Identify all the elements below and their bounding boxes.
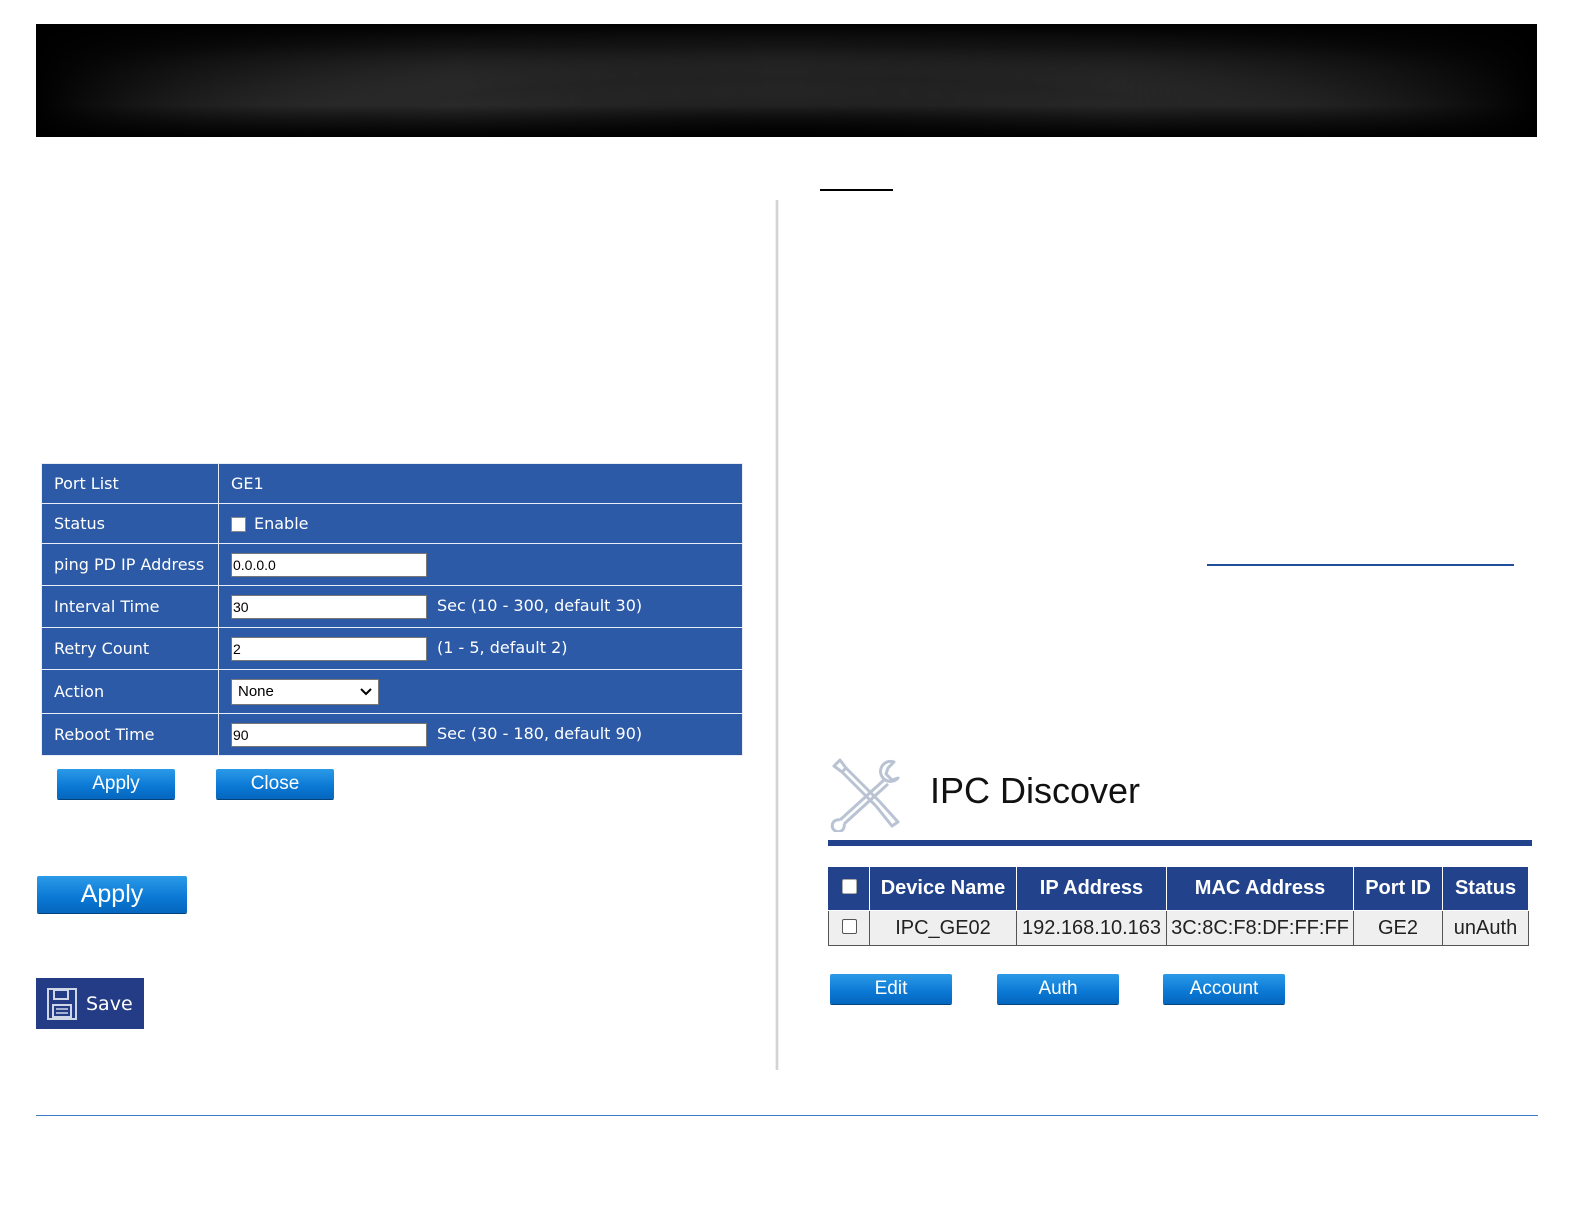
retry-count-hint: (1 - 5, default 2) (437, 638, 568, 657)
action-label: Action (41, 669, 219, 714)
select-all-checkbox[interactable] (841, 879, 857, 894)
col-device-name: Device Name (869, 866, 1017, 911)
port-id-cell: GE2 (1353, 910, 1443, 946)
account-button[interactable]: Account (1163, 974, 1285, 1004)
row-retry: Retry Count (1 - 5, default 2) (41, 627, 743, 670)
col-status: Status (1442, 866, 1529, 911)
row-action: Action None (41, 669, 743, 714)
table-row[interactable]: IPC_GE02 192.168.10.163 3C:8C:F8:DF:FF:F… (828, 910, 1529, 946)
link-underline (1207, 564, 1514, 566)
status-cell: unAuth (1442, 910, 1529, 946)
device-name-cell: IPC_GE02 (869, 910, 1017, 946)
apply-large-button[interactable]: Apply (37, 876, 187, 913)
row-port-list: Port List GE1 (41, 463, 743, 504)
action-select-value: None (238, 683, 274, 700)
save-button[interactable]: Save (36, 978, 144, 1029)
row-reboot: Reboot Time Sec (30 - 180, default 90) (41, 713, 743, 756)
reboot-time-hint: Sec (30 - 180, default 90) (437, 724, 643, 743)
row-checkbox[interactable] (841, 918, 857, 934)
enable-checkbox[interactable] (231, 517, 246, 532)
title-rule (828, 840, 1532, 846)
floppy-disk-icon (47, 987, 77, 1020)
footer-rule (36, 1115, 1538, 1116)
reboot-time-input[interactable] (231, 722, 427, 747)
retry-count-input[interactable] (231, 636, 427, 661)
port-list-value: GE1 (218, 463, 743, 504)
ipc-table-header: Device Name IP Address MAC Address Port … (828, 866, 1529, 911)
header-banner (36, 24, 1537, 137)
apply-button[interactable]: Apply (57, 769, 175, 799)
edit-button[interactable]: Edit (830, 974, 952, 1004)
ipc-discover-title: IPC Discover (930, 770, 1141, 811)
chevron-down-icon (360, 687, 372, 695)
reboot-time-label: Reboot Time (41, 713, 219, 756)
column-divider (775, 200, 779, 1070)
enable-checkbox-label: Enable (254, 514, 309, 533)
mac-address-cell: 3C:8C:F8:DF:FF:FF (1166, 910, 1354, 946)
select-all-cell (828, 866, 870, 911)
ping-pd-ip-label: ping PD IP Address (41, 543, 219, 586)
interval-time-label: Interval Time (41, 585, 219, 628)
close-button[interactable]: Close (216, 769, 334, 799)
auth-button[interactable]: Auth (997, 974, 1119, 1004)
row-select-cell (828, 910, 870, 946)
interval-time-hint: Sec (10 - 300, default 30) (437, 596, 643, 615)
col-ip-address: IP Address (1016, 866, 1167, 911)
row-interval: Interval Time Sec (10 - 300, default 30) (41, 585, 743, 628)
port-list-label: Port List (41, 463, 219, 504)
tools-icon (830, 758, 900, 832)
save-button-label: Save (86, 992, 133, 1015)
action-select[interactable]: None (231, 678, 379, 705)
row-ping-ip: ping PD IP Address (41, 543, 743, 586)
col-mac-address: MAC Address (1166, 866, 1354, 911)
pd-settings-table: Port List GE1 Status Enable ping PD IP A… (41, 463, 743, 756)
ip-address-cell: 192.168.10.163 (1016, 910, 1167, 946)
heading-underline (820, 189, 893, 191)
interval-time-input[interactable] (231, 594, 427, 619)
status-label: Status (41, 503, 219, 544)
ping-pd-ip-input[interactable] (231, 552, 427, 577)
retry-count-label: Retry Count (41, 627, 219, 670)
ipc-table: Device Name IP Address MAC Address Port … (828, 866, 1529, 946)
col-port-id: Port ID (1353, 866, 1443, 911)
row-status: Status Enable (41, 503, 743, 544)
